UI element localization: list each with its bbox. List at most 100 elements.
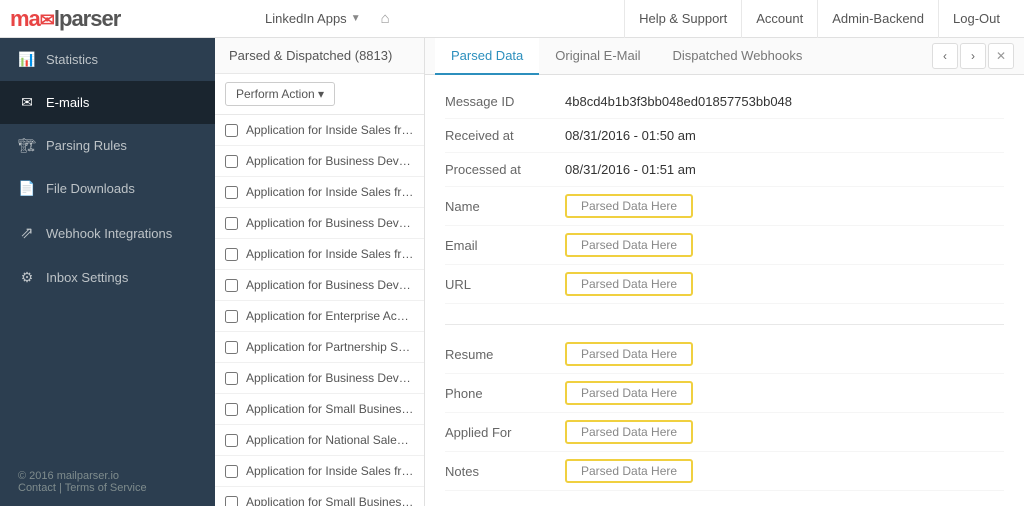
detail-label: Notes — [445, 464, 565, 479]
detail-content: Message ID4b8cd4b1b3f3bb048ed01857753bb0… — [425, 75, 1024, 506]
list-item[interactable]: Application for Business Deve… — [215, 363, 424, 394]
email-checkbox[interactable] — [225, 217, 238, 230]
gear-icon: ⚙ — [18, 269, 36, 286]
email-item-text: Application for National Sales … — [246, 433, 414, 447]
sidebar-item-inbox-settings[interactable]: ⚙ Inbox Settings — [0, 256, 215, 299]
sidebar-item-label: Statistics — [46, 52, 98, 67]
admin-backend-link[interactable]: Admin-Backend — [817, 0, 938, 38]
detail-section-1: Message ID4b8cd4b1b3f3bb048ed01857753bb0… — [445, 85, 1004, 304]
sidebar-item-emails[interactable]: ✉ E-mails — [0, 81, 215, 124]
email-checkbox[interactable] — [225, 372, 238, 385]
list-item[interactable]: Application for Partnership Sa… — [215, 332, 424, 363]
logo-area: ma✉lparser — [10, 6, 225, 32]
email-checkbox[interactable] — [225, 310, 238, 323]
tab-original-email[interactable]: Original E-Mail — [539, 38, 656, 75]
list-item[interactable]: Application for Inside Sales fro… — [215, 177, 424, 208]
detail-label: URL — [445, 277, 565, 292]
logo: ma✉lparser — [10, 6, 120, 32]
detail-value: Parsed Data Here — [565, 233, 1004, 257]
detail-row: PhoneParsed Data Here — [445, 374, 1004, 413]
email-item-text: Application for Small Business… — [246, 402, 414, 416]
detail-label: Email — [445, 238, 565, 253]
email-checkbox[interactable] — [225, 341, 238, 354]
sidebar-item-file-downloads[interactable]: 📄 File Downloads — [0, 167, 215, 210]
list-item[interactable]: Application for National Sales … — [215, 425, 424, 456]
detail-row: Received at08/31/2016 - 01:50 am — [445, 119, 1004, 153]
detail-row: NotesParsed Data Here — [445, 452, 1004, 491]
email-item-text: Application for Business Deve… — [246, 216, 414, 230]
detail-section-2: ResumeParsed Data HerePhoneParsed Data H… — [445, 335, 1004, 491]
email-list-header: Parsed & Dispatched (8813) — [215, 38, 424, 74]
footer-links: Contact | Terms of Service — [18, 482, 197, 494]
help-support-link[interactable]: Help & Support — [624, 0, 741, 38]
close-button[interactable]: ✕ — [988, 43, 1014, 69]
email-item-text: Application for Business Deve… — [246, 371, 414, 385]
email-checkbox[interactable] — [225, 124, 238, 137]
email-checkbox[interactable] — [225, 496, 238, 506]
sidebar-item-parsing-rules[interactable]: 🏗 Parsing Rules — [0, 124, 215, 167]
list-item[interactable]: Application for Business Deve… — [215, 270, 424, 301]
nav-center: LinkedIn Apps ▼ ⌂ — [225, 10, 624, 27]
sidebar: 📊 Statistics ✉ E-mails 🏗 Parsing Rules 📄… — [0, 38, 215, 506]
sidebar-item-label: Inbox Settings — [46, 270, 128, 285]
email-checkbox[interactable] — [225, 248, 238, 261]
email-checkbox[interactable] — [225, 403, 238, 416]
sidebar-item-statistics[interactable]: 📊 Statistics — [0, 38, 215, 81]
perform-action-button[interactable]: Perform Action ▾ — [225, 82, 335, 106]
list-item[interactable]: Application for Business Deve… — [215, 208, 424, 239]
tab-nav-buttons: ‹ › ✕ — [932, 43, 1014, 69]
bar-chart-icon: 📊 — [18, 51, 36, 68]
list-item[interactable]: Application for Inside Sales fro… — [215, 456, 424, 487]
home-button[interactable]: ⌂ — [381, 10, 390, 27]
next-button[interactable]: › — [960, 43, 986, 69]
email-checkbox[interactable] — [225, 465, 238, 478]
email-checkbox[interactable] — [225, 186, 238, 199]
email-checkbox[interactable] — [225, 434, 238, 447]
email-item-text: Application for Partnership Sa… — [246, 340, 414, 354]
list-item[interactable]: Application for Small Business… — [215, 394, 424, 425]
detail-label: Received at — [445, 128, 565, 143]
terms-link[interactable]: Terms of Service — [65, 482, 147, 494]
detail-row: ResumeParsed Data Here — [445, 335, 1004, 374]
list-item[interactable]: Application for Inside Sales fro… — [215, 239, 424, 270]
email-item-text: Application for Enterprise Acc… — [246, 309, 414, 323]
sidebar-item-label: File Downloads — [46, 181, 135, 196]
list-item[interactable]: Application for Small Business… — [215, 487, 424, 506]
email-item-text: Application for Business Deve… — [246, 154, 414, 168]
email-item-text: Application for Inside Sales fro… — [246, 123, 414, 137]
top-nav: ma✉lparser LinkedIn Apps ▼ ⌂ Help & Supp… — [0, 0, 1024, 38]
logout-link[interactable]: Log-Out — [938, 0, 1014, 38]
email-checkbox[interactable] — [225, 155, 238, 168]
parsed-data-badge: Parsed Data Here — [565, 194, 693, 218]
main-layout: 📊 Statistics ✉ E-mails 🏗 Parsing Rules 📄… — [0, 38, 1024, 506]
nav-right: Help & Support Account Admin-Backend Log… — [624, 0, 1014, 38]
parsing-rules-icon: 🏗 — [18, 137, 36, 154]
detail-value: Parsed Data Here — [565, 459, 1004, 483]
detail-row: URLParsed Data Here — [445, 265, 1004, 304]
parsed-data-badge: Parsed Data Here — [565, 420, 693, 444]
account-link[interactable]: Account — [741, 0, 817, 38]
detail-value: 4b8cd4b1b3f3bb048ed01857753bb048 — [565, 94, 1004, 109]
linkedin-apps-dropdown[interactable]: LinkedIn Apps ▼ — [265, 11, 361, 26]
parsed-data-badge: Parsed Data Here — [565, 272, 693, 296]
home-icon: ⌂ — [381, 10, 390, 27]
copyright-text: © 2016 mailparser.io — [18, 470, 197, 482]
parsed-data-badge: Parsed Data Here — [565, 381, 693, 405]
email-checkbox[interactable] — [225, 279, 238, 292]
email-list-items: Application for Inside Sales fro…Applica… — [215, 115, 424, 506]
tab-parsed-data[interactable]: Parsed Data — [435, 38, 539, 75]
detail-label: Name — [445, 199, 565, 214]
list-item[interactable]: Application for Inside Sales fro… — [215, 115, 424, 146]
list-item[interactable]: Application for Enterprise Acc… — [215, 301, 424, 332]
contact-link[interactable]: Contact — [18, 482, 56, 494]
detail-tabs: Parsed Data Original E-Mail Dispatched W… — [425, 38, 1024, 75]
tab-dispatched-webhooks[interactable]: Dispatched Webhooks — [657, 38, 819, 75]
chevron-down-icon: ▼ — [351, 13, 361, 24]
list-item[interactable]: Application for Business Deve… — [215, 146, 424, 177]
detail-row: Message ID4b8cd4b1b3f3bb048ed01857753bb0… — [445, 85, 1004, 119]
sidebar-item-webhook-integrations[interactable]: ⇗ Webhook Integrations — [0, 210, 215, 256]
prev-button[interactable]: ‹ — [932, 43, 958, 69]
detail-row: Applied ForParsed Data Here — [445, 413, 1004, 452]
detail-value: Parsed Data Here — [565, 342, 1004, 366]
sidebar-item-label: E-mails — [46, 95, 89, 110]
